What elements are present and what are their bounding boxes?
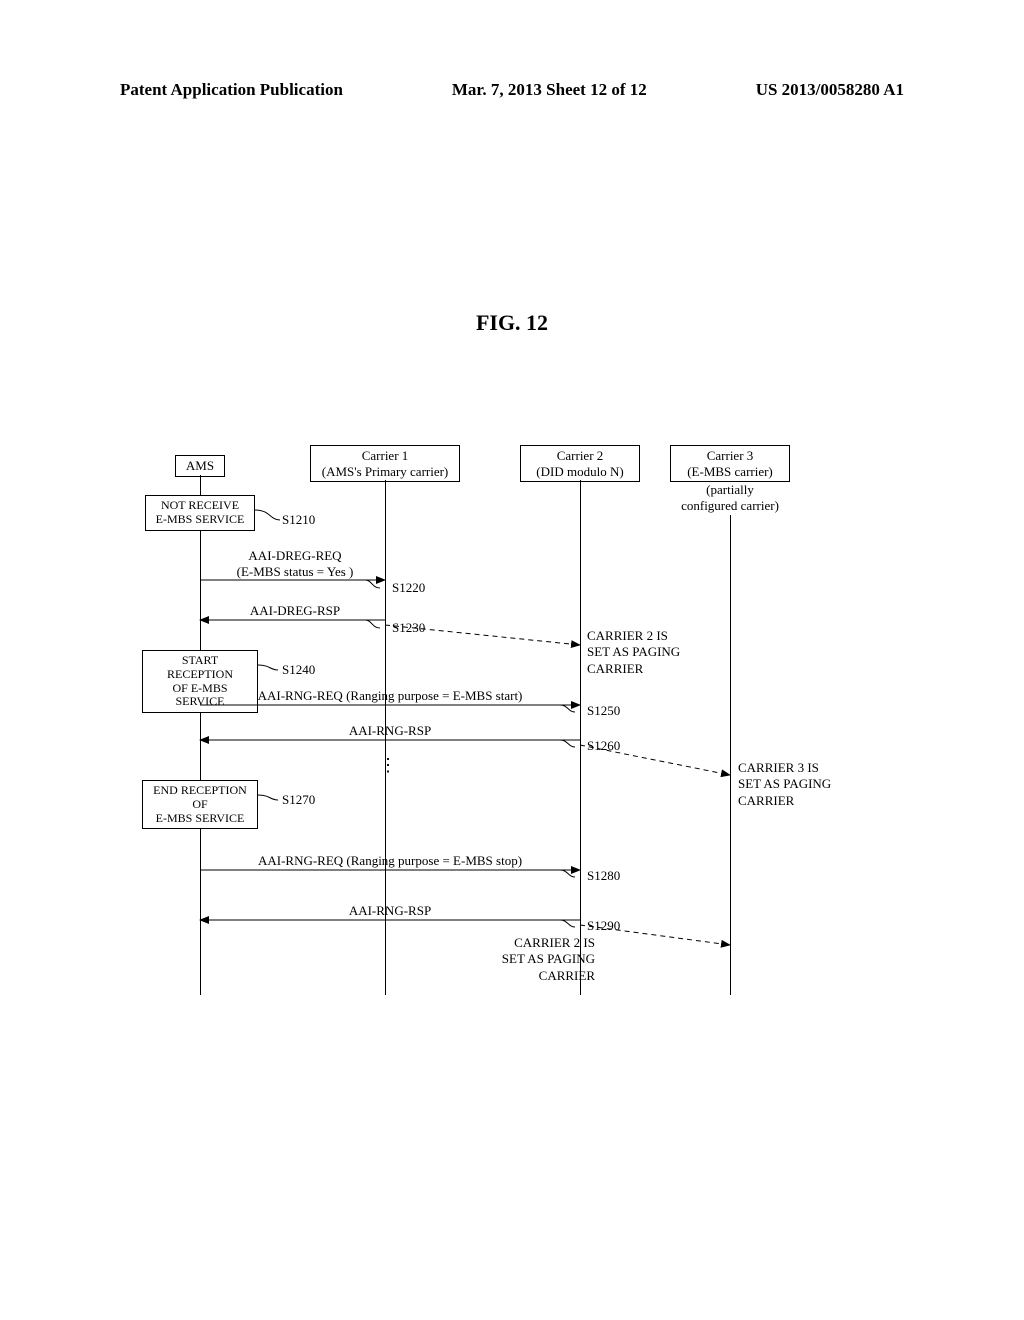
header-left: Patent Application Publication — [120, 80, 343, 100]
step-s1250: S1250 — [587, 703, 620, 719]
msg-s1220: AAI-DREG-REQ (E-MBS status = Yes ) — [220, 548, 370, 580]
msg-s1290: AAI-RNG-RSP — [215, 903, 565, 919]
step-s1230: S1230 — [392, 620, 425, 636]
msg-s1280: AAI-RNG-REQ (Ranging purpose = E-MBS sto… — [215, 853, 565, 869]
annotation-2: CARRIER 3 IS SET AS PAGING CARRIER — [738, 760, 831, 809]
figure-title: FIG. 12 — [0, 310, 1024, 336]
step-s1210: S1210 — [282, 512, 315, 528]
msg-s1220-l1: AAI-DREG-REQ — [248, 548, 341, 563]
msg-s1230: AAI-DREG-RSP — [220, 603, 370, 619]
step-s1290: S1290 — [587, 918, 620, 934]
header-center: Mar. 7, 2013 Sheet 12 of 12 — [452, 80, 647, 100]
step-s1220: S1220 — [392, 580, 425, 596]
step-s1260: S1260 — [587, 738, 620, 754]
sequence-diagram: AMS Carrier 1 (AMS's Primary carrier) Ca… — [160, 440, 900, 1010]
annotation-3: CARRIER 2 IS SET AS PAGING CARRIER — [495, 935, 595, 984]
msg-s1250: AAI-RNG-REQ (Ranging purpose = E-MBS sta… — [215, 688, 565, 704]
step-s1280: S1280 — [587, 868, 620, 884]
msg-s1260: AAI-RNG-RSP — [215, 723, 565, 739]
header-right: US 2013/0058280 A1 — [756, 80, 904, 100]
msg-dots: ⋮ — [378, 755, 398, 776]
page-header: Patent Application Publication Mar. 7, 2… — [0, 80, 1024, 100]
step-s1270: S1270 — [282, 792, 315, 808]
step-s1240: S1240 — [282, 662, 315, 678]
annotation-1: CARRIER 2 IS SET AS PAGING CARRIER — [587, 628, 680, 677]
msg-s1220-l2: (E-MBS status = Yes ) — [237, 564, 354, 579]
